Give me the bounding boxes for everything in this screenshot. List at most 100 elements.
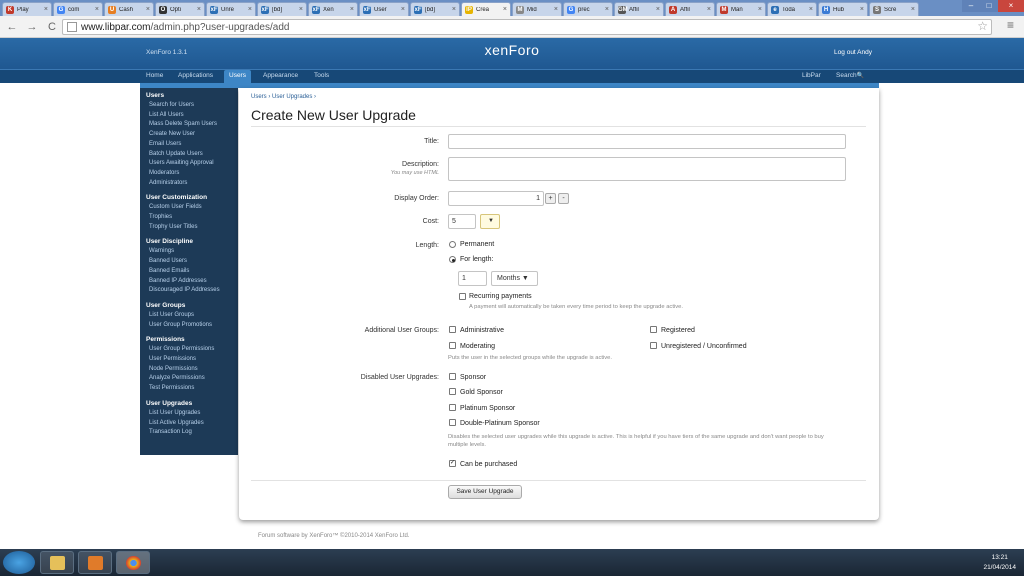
tab-close-icon[interactable]: × (605, 6, 609, 13)
sidebar-heading[interactable]: User Customization (146, 194, 238, 201)
maximize-button[interactable]: □ (980, 0, 998, 12)
save-user-upgrade-button[interactable]: Save User Upgrade (448, 485, 522, 499)
close-window-button[interactable]: × (998, 0, 1024, 12)
logout-link[interactable]: Log out Andy (834, 49, 872, 56)
can-be-purchased-checkbox[interactable]: ✓ (449, 460, 456, 467)
sidebar-heading[interactable]: User Groups (146, 302, 238, 309)
sidebar-item[interactable]: Banned IP Addresses (146, 277, 238, 287)
explorer-task[interactable] (40, 551, 74, 574)
browser-tab[interactable]: GM Affil × (614, 2, 664, 16)
search-link[interactable]: Search🔍 (836, 72, 864, 79)
group-administrative-checkbox[interactable] (449, 326, 456, 333)
sidebar-item[interactable]: Banned Users (146, 257, 238, 267)
group-registered-checkbox[interactable] (650, 326, 657, 333)
group-unregistered-checkbox[interactable] (650, 342, 657, 349)
for-length-radio[interactable] (449, 256, 456, 263)
length-amount-input[interactable]: 1 (458, 271, 487, 286)
tab-close-icon[interactable]: × (95, 6, 99, 13)
media-player-task[interactable] (78, 551, 112, 574)
back-icon[interactable]: ← (4, 19, 20, 35)
tab-close-icon[interactable]: × (44, 6, 48, 13)
minimize-button[interactable]: – (962, 0, 980, 12)
sidebar-item[interactable]: Warnings (146, 247, 238, 257)
tab-close-icon[interactable]: × (299, 6, 303, 13)
sidebar-item[interactable]: List Active Upgrades (146, 419, 238, 429)
sidebar-heading[interactable]: User Upgrades (146, 400, 238, 407)
browser-tab[interactable]: xF User × (359, 2, 409, 16)
sidebar-item[interactable]: Email Users (146, 140, 238, 150)
tab-users[interactable]: Users (224, 70, 251, 84)
cost-input[interactable]: 5 (448, 214, 476, 229)
browser-tab[interactable]: M Man × (716, 2, 766, 16)
sidebar-heading[interactable]: Users (146, 92, 238, 99)
libpar-link[interactable]: LibPar (802, 72, 821, 79)
tab-close-icon[interactable]: × (503, 6, 507, 13)
sidebar-item[interactable]: Analyze Permissions (146, 374, 238, 384)
browser-tab[interactable]: S Scre × (869, 2, 919, 16)
currency-select[interactable]: ▼ (480, 214, 500, 229)
title-input[interactable] (448, 134, 846, 149)
browser-tab[interactable]: Gprec × (563, 2, 613, 16)
sidebar-heading[interactable]: Permissions (146, 336, 238, 343)
browser-tab[interactable]: xF [bd] × (410, 2, 460, 16)
increment-button[interactable]: + (545, 193, 556, 204)
tab-home[interactable]: Home (146, 72, 163, 79)
sidebar-item[interactable]: User Group Permissions (146, 345, 238, 355)
tab-close-icon[interactable]: × (197, 6, 201, 13)
browser-tab[interactable]: M Mid × (512, 2, 562, 16)
sidebar-item[interactable]: Batch Update Users (146, 150, 238, 160)
tab-applications[interactable]: Applications (178, 72, 213, 79)
upgrade-double-platinum-checkbox[interactable] (449, 419, 456, 426)
breadcrumb[interactable]: Users › User Upgrades › (251, 94, 316, 100)
chrome-task[interactable] (116, 551, 150, 574)
browser-tab[interactable]: K Play × (2, 2, 52, 16)
sidebar-item[interactable]: Search for Users (146, 101, 238, 111)
forward-icon[interactable]: → (24, 19, 40, 35)
sidebar-item[interactable]: Node Permissions (146, 365, 238, 375)
upgrade-gold-checkbox[interactable] (449, 388, 456, 395)
sidebar-item[interactable]: List User Upgrades (146, 409, 238, 419)
browser-tab[interactable]: A Affil × (665, 2, 715, 16)
tab-close-icon[interactable]: × (656, 6, 660, 13)
sidebar-item[interactable]: User Group Promotions (146, 321, 238, 331)
system-clock[interactable]: 13:21 21/04/2014 (983, 553, 1016, 573)
browser-menu-icon[interactable]: ≡ (1007, 18, 1014, 32)
sidebar-item[interactable]: List All Users (146, 111, 238, 121)
browser-tab[interactable]: U Cash × (104, 2, 154, 16)
tab-close-icon[interactable]: × (401, 6, 405, 13)
tab-tools[interactable]: Tools (314, 72, 329, 79)
sidebar-item[interactable]: User Permissions (146, 355, 238, 365)
reload-icon[interactable]: C (44, 19, 60, 35)
sidebar-item[interactable]: Administrators (146, 179, 238, 189)
tab-close-icon[interactable]: × (248, 6, 252, 13)
browser-tab[interactable]: xF [bd] × (257, 2, 307, 16)
tab-close-icon[interactable]: × (911, 6, 915, 13)
sidebar-item[interactable]: Discouraged IP Addresses (146, 286, 238, 296)
address-bar[interactable]: www.libpar.com/admin.php?user-upgrades/a… (62, 19, 992, 35)
browser-tab[interactable]: H Hub × (818, 2, 868, 16)
tab-close-icon[interactable]: × (809, 6, 813, 13)
recurring-checkbox[interactable] (459, 293, 466, 300)
decrement-button[interactable]: - (558, 193, 569, 204)
permanent-radio[interactable] (449, 241, 456, 248)
sidebar-item[interactable]: Custom User Fields (146, 203, 238, 213)
sidebar-item[interactable]: List User Groups (146, 311, 238, 321)
tab-close-icon[interactable]: × (146, 6, 150, 13)
browser-tab[interactable]: xF Unre × (206, 2, 256, 16)
upgrade-platinum-checkbox[interactable] (449, 404, 456, 411)
bookmark-star-icon[interactable]: ☆ (977, 19, 988, 33)
sidebar-item[interactable]: Test Permissions (146, 384, 238, 394)
tab-close-icon[interactable]: × (860, 6, 864, 13)
tab-close-icon[interactable]: × (452, 6, 456, 13)
tab-close-icon[interactable]: × (350, 6, 354, 13)
length-unit-select[interactable]: Months ▼ (491, 271, 538, 286)
group-moderating-checkbox[interactable] (449, 342, 456, 349)
display-order-input[interactable]: 1 (448, 191, 544, 206)
browser-tab[interactable]: lP Crea × (461, 2, 511, 16)
browser-tab[interactable]: e Toda × (767, 2, 817, 16)
sidebar-item[interactable]: Trophy User Titles (146, 223, 238, 233)
sidebar-item[interactable]: Users Awaiting Approval (146, 159, 238, 169)
tab-appearance[interactable]: Appearance (263, 72, 298, 79)
sidebar-item[interactable]: Transaction Log (146, 428, 238, 438)
upgrade-sponsor-checkbox[interactable] (449, 373, 456, 380)
